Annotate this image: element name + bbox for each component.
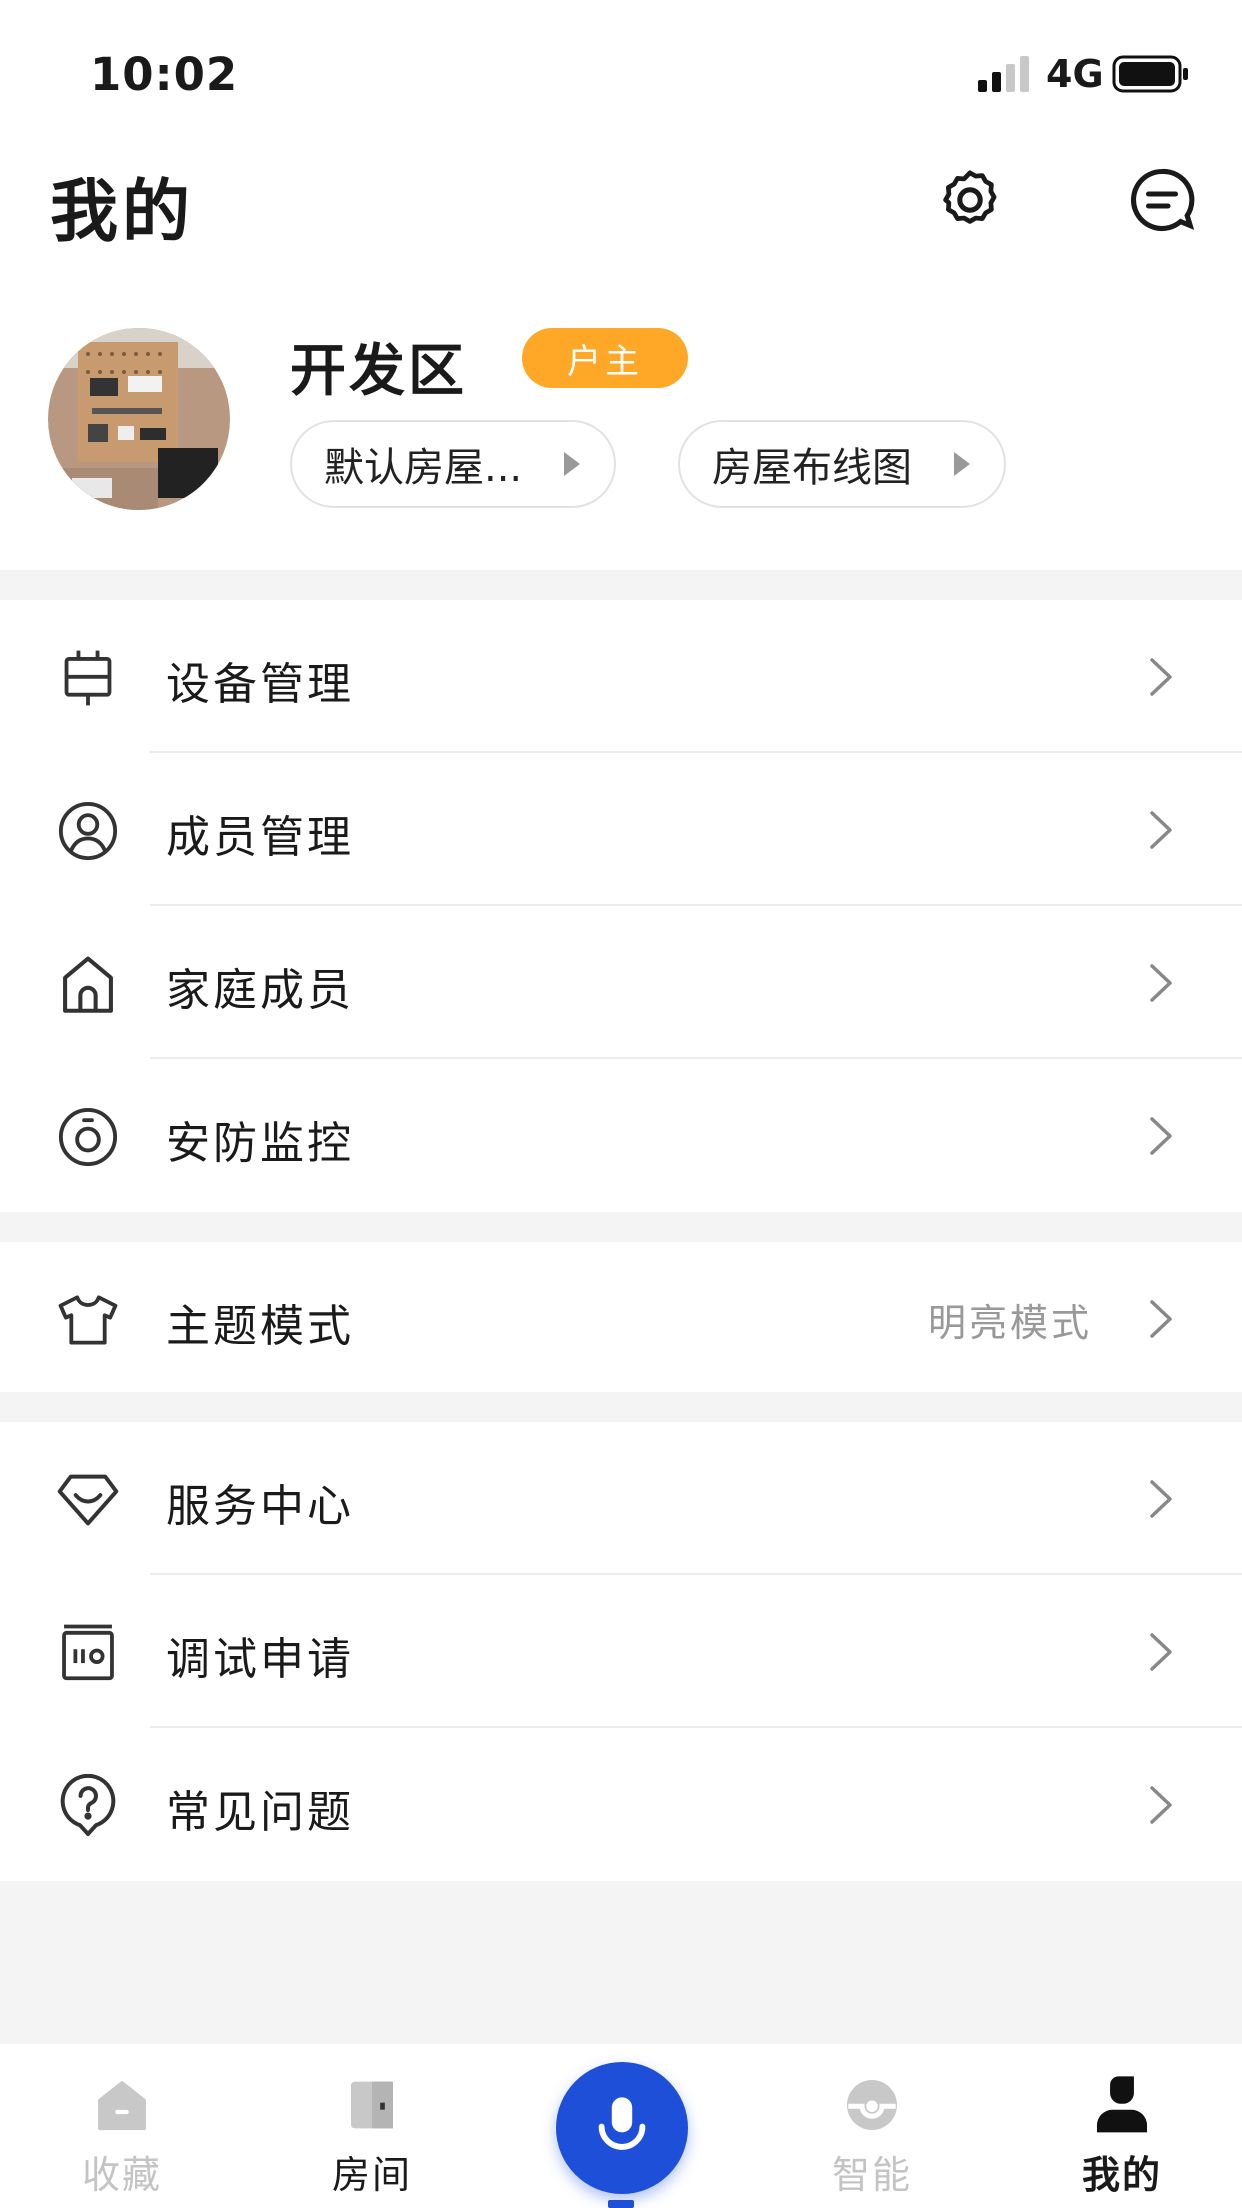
menu-label: 设备管理 <box>166 659 354 710</box>
section-gap <box>0 1392 1242 1422</box>
smart-scene-icon <box>837 2070 907 2140</box>
chevron-right-icon <box>1150 811 1172 849</box>
menu-item-service-center[interactable]: 服务中心 <box>0 1422 1242 1575</box>
default-house-button[interactable]: 默认房屋... <box>290 420 616 508</box>
menu-label: 成员管理 <box>166 812 354 863</box>
avatar-image <box>48 328 230 510</box>
chevron-right-icon <box>1150 658 1172 696</box>
tab-label: 房间 <box>331 2153 412 2197</box>
bottom-filler <box>0 1881 1242 2044</box>
voice-assistant-button[interactable] <box>556 2062 688 2194</box>
triangle-right-icon <box>564 452 580 476</box>
tab-smart[interactable]: 智能 <box>782 2044 962 2208</box>
menu-label: 调试申请 <box>166 1634 354 1685</box>
calendar-icon <box>54 1619 122 1687</box>
menu-label: 安防监控 <box>166 1118 354 1169</box>
chevron-right-icon <box>1150 1480 1172 1518</box>
menu-label: 家庭成员 <box>166 965 354 1016</box>
microphone-icon <box>598 2097 646 2150</box>
page-title: 我的 <box>50 173 195 252</box>
menu-item-device-management[interactable]: 设备管理 <box>0 600 1242 753</box>
theme-mode-value: 明亮模式 <box>927 1301 1092 1345</box>
person-fill-icon <box>1087 2070 1157 2140</box>
device-icon <box>54 644 122 712</box>
default-house-label: 默认房屋... <box>324 445 523 491</box>
menu-label: 常见问题 <box>166 1787 354 1838</box>
tab-label: 智能 <box>831 2153 912 2197</box>
section-gap <box>0 1212 1242 1242</box>
diamond-icon <box>54 1466 122 1534</box>
menu-item-security-monitor[interactable]: 安防监控 <box>0 1059 1242 1212</box>
tab-favorites[interactable]: 收藏 <box>32 2044 212 2208</box>
chevron-right-icon <box>1150 1300 1172 1338</box>
user-circle-icon <box>54 797 122 865</box>
tab-bar: 收藏 房间 智能 我的 <box>0 2044 1242 2208</box>
gear-icon <box>943 170 997 224</box>
menu-label: 服务中心 <box>166 1481 354 1532</box>
shirt-icon <box>54 1286 122 1354</box>
home-name: 开发区 <box>290 339 467 404</box>
menu-item-theme-mode[interactable]: 主题模式 明亮模式 <box>0 1242 1242 1392</box>
menu-item-faq[interactable]: 常见问题 <box>0 1728 1242 1881</box>
role-badge: 户主 <box>522 328 688 388</box>
chevron-right-icon <box>1150 1633 1172 1671</box>
chevron-right-icon <box>1150 1786 1172 1824</box>
question-icon <box>54 1772 122 1840</box>
message-button[interactable] <box>1122 160 1202 240</box>
door-icon <box>337 2070 407 2140</box>
menu-item-family-members[interactable]: 家庭成员 <box>0 906 1242 1059</box>
menu-section-support: 服务中心 调试申请 常见问题 <box>0 1422 1242 1881</box>
tab-label: 我的 <box>1081 2153 1162 2197</box>
menu-section-home: 设备管理 成员管理 家庭成员 安防监控 <box>0 600 1242 1212</box>
home-fill-icon <box>87 2070 157 2140</box>
tab-label: 收藏 <box>81 2153 162 2197</box>
tab-mine[interactable]: 我的 <box>1032 2044 1212 2208</box>
status-time: 10:02 <box>90 48 239 101</box>
settings-button[interactable] <box>930 160 1010 240</box>
profile-card: 开发区 户主 默认房屋... 房屋布线图 <box>0 300 1242 568</box>
network-type: 4G <box>1046 52 1104 96</box>
signal-icon <box>978 56 1029 92</box>
house-icon <box>54 950 122 1018</box>
menu-item-debug-request[interactable]: 调试申请 <box>0 1575 1242 1728</box>
menu-label: 主题模式 <box>166 1301 354 1352</box>
triangle-right-icon <box>954 452 970 476</box>
section-gap <box>0 570 1242 600</box>
menu-item-member-management[interactable]: 成员管理 <box>0 753 1242 906</box>
camera-icon <box>54 1103 122 1171</box>
chevron-right-icon <box>1150 964 1172 1002</box>
wiring-diagram-label: 房屋布线图 <box>712 445 912 491</box>
chat-icon <box>1130 168 1195 231</box>
home-indicator <box>608 2200 634 2208</box>
wiring-diagram-button[interactable]: 房屋布线图 <box>678 420 1006 508</box>
chevron-right-icon <box>1150 1117 1172 1155</box>
menu-section-theme: 主题模式 明亮模式 <box>0 1242 1242 1392</box>
status-bar: 10:02 4G <box>0 0 1242 150</box>
battery-icon <box>1112 55 1188 93</box>
avatar[interactable] <box>48 328 230 510</box>
tab-rooms[interactable]: 房间 <box>282 2044 462 2208</box>
header: 我的 <box>0 150 1242 290</box>
